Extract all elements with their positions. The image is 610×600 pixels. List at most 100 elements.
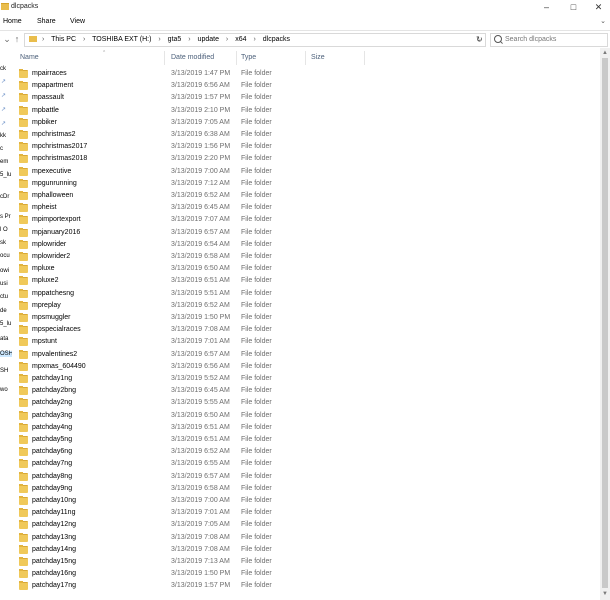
file-name[interactable]: patchday3ng xyxy=(32,412,72,419)
file-name[interactable]: mpvalentines2 xyxy=(32,351,77,358)
address-bar[interactable]: › This PC › TOSHIBA EXT (H:) › gta5 › up… xyxy=(24,33,486,47)
file-name[interactable]: patchday1ng xyxy=(32,375,72,382)
file-name[interactable]: mpluxe xyxy=(32,265,55,272)
column-header-date[interactable]: Date modified xyxy=(171,54,214,61)
file-name[interactable]: mpxmas_604490 xyxy=(32,363,86,370)
file-row[interactable]: mpchristmas2 3/13/2019 6:38 AM File folder xyxy=(12,129,600,141)
file-name[interactable]: mpjanuary2016 xyxy=(32,229,80,236)
file-row[interactable]: patchday16ng 3/13/2019 1:50 PM File folder xyxy=(12,568,600,580)
file-row[interactable]: mpbiker 3/13/2019 7:05 AM File folder xyxy=(12,117,600,129)
file-name[interactable]: mpchristmas2 xyxy=(32,131,76,138)
search-input[interactable]: Search dlcpacks xyxy=(490,33,608,47)
nav-item[interactable]: ctu xyxy=(0,294,8,300)
file-name[interactable]: mpexecutive xyxy=(32,168,71,175)
column-divider[interactable] xyxy=(236,51,237,65)
file-row[interactable]: mpjanuary2016 3/13/2019 6:57 AM File folde… xyxy=(12,227,600,239)
file-name[interactable]: mpbattle xyxy=(32,107,59,114)
nav-item[interactable]: em xyxy=(0,159,8,165)
file-name[interactable]: mpluxe2 xyxy=(32,277,58,284)
maximize-button[interactable]: □ xyxy=(561,0,586,14)
file-name[interactable]: mpstunt xyxy=(32,338,57,345)
file-row[interactable]: mppatchesng 3/13/2019 5:51 AM File folder xyxy=(12,288,600,300)
tab-view[interactable]: View xyxy=(70,18,85,25)
nav-item[interactable]: ocu xyxy=(0,253,10,259)
file-name[interactable]: patchday13ng xyxy=(32,534,76,541)
nav-item[interactable]: ata xyxy=(0,336,8,342)
file-name[interactable]: patchday15ng xyxy=(32,558,76,565)
minimize-button[interactable]: – xyxy=(534,0,559,14)
file-row[interactable]: patchday1ng 3/13/2019 5:52 AM File folder xyxy=(12,373,600,385)
file-name[interactable]: mphalloween xyxy=(32,192,73,199)
refresh-icon[interactable]: ↻ xyxy=(476,35,483,44)
nav-item[interactable]: s Pr xyxy=(0,214,11,220)
nav-item[interactable]: 5_lu xyxy=(0,321,11,327)
file-row[interactable]: patchday17ng 3/13/2019 1:57 PM File folder xyxy=(12,580,600,592)
file-row[interactable]: patchday6ng 3/13/2019 6:52 AM File folder xyxy=(12,446,600,458)
file-name[interactable]: patchday5ng xyxy=(32,436,72,443)
file-name[interactable]: mpairraces xyxy=(32,70,67,77)
file-row[interactable]: patchday2ng 3/13/2019 5:55 AM File folder xyxy=(12,397,600,409)
file-row[interactable]: mpreplay 3/13/2019 6:52 AM File folder xyxy=(12,300,600,312)
file-name[interactable]: mpreplay xyxy=(32,302,61,309)
nav-item[interactable]: SH xyxy=(0,368,8,374)
file-row[interactable]: patchday12ng 3/13/2019 7:05 AM File folder xyxy=(12,519,600,531)
file-name[interactable]: patchday4ng xyxy=(32,424,72,431)
file-name[interactable]: patchday17ng xyxy=(32,582,76,589)
breadcrumb-dlcpacks[interactable]: dlcpacks xyxy=(263,36,290,43)
file-row[interactable]: mpchristmas2018 3/13/2019 2:20 PM File fol… xyxy=(12,153,600,165)
file-name[interactable]: patchday16ng xyxy=(32,570,76,577)
scroll-up-icon[interactable]: ▲ xyxy=(602,50,608,56)
file-name[interactable]: mppatchesng xyxy=(32,290,74,297)
file-row[interactable]: mplowrider2 3/13/2019 6:58 AM File folder xyxy=(12,251,600,263)
nav-item[interactable]: ck xyxy=(0,66,6,72)
file-name[interactable]: mpimportexport xyxy=(32,216,81,223)
file-name[interactable]: patchday14ng xyxy=(32,546,76,553)
nav-item[interactable]: kk xyxy=(0,133,6,139)
file-row[interactable]: mpheist 3/13/2019 6:45 AM File folder xyxy=(12,202,600,214)
nav-item[interactable]: 5_lu xyxy=(0,172,11,178)
file-name[interactable]: mpspecialraces xyxy=(32,326,81,333)
nav-item[interactable]: usi xyxy=(0,281,8,287)
file-name[interactable]: mpbiker xyxy=(32,119,57,126)
file-name[interactable]: mpgunrunning xyxy=(32,180,77,187)
nav-item[interactable]: c xyxy=(0,146,3,152)
chevron-down-icon[interactable]: ⌄ xyxy=(2,34,12,44)
file-name[interactable]: patchday10ng xyxy=(32,497,76,504)
file-name[interactable]: mpsmuggler xyxy=(32,314,71,321)
file-row[interactable]: patchday7ng 3/13/2019 6:55 AM File folder xyxy=(12,458,600,470)
file-row[interactable]: patchday8ng 3/13/2019 6:57 AM File folder xyxy=(12,471,600,483)
vertical-scrollbar[interactable]: ▲ ▼ xyxy=(600,48,610,600)
breadcrumb-drive[interactable]: TOSHIBA EXT (H:) xyxy=(92,36,151,43)
file-row[interactable]: mpvalentines2 3/13/2019 6:57 AM File folde… xyxy=(12,349,600,361)
file-name[interactable]: mpchristmas2018 xyxy=(32,155,87,162)
file-row[interactable]: patchday3ng 3/13/2019 6:50 AM File folder xyxy=(12,410,600,422)
scroll-down-icon[interactable]: ▼ xyxy=(602,591,608,597)
column-divider[interactable] xyxy=(164,51,165,65)
file-row[interactable]: mpairraces 3/13/2019 1:47 PM File folder xyxy=(12,68,600,80)
file-row[interactable]: patchday9ng 3/13/2019 6:58 AM File folder xyxy=(12,483,600,495)
file-name[interactable]: mpchristmas2017 xyxy=(32,143,87,150)
nav-item[interactable]: sk xyxy=(0,240,6,246)
file-row[interactable]: patchday10ng 3/13/2019 7:00 AM File folder xyxy=(12,495,600,507)
nav-item[interactable]: cDr xyxy=(0,194,9,200)
file-name[interactable]: patchday7ng xyxy=(32,460,72,467)
file-row[interactable]: mpspecialraces 3/13/2019 7:08 AM File fold… xyxy=(12,324,600,336)
file-row[interactable]: mphalloween 3/13/2019 6:52 AM File folder xyxy=(12,190,600,202)
file-name[interactable]: patchday2bng xyxy=(32,387,76,394)
column-divider[interactable] xyxy=(305,51,306,65)
file-row[interactable]: mpbattle 3/13/2019 2:10 PM File folder xyxy=(12,105,600,117)
expand-ribbon-icon[interactable]: ⌄ xyxy=(600,17,606,25)
tab-share[interactable]: Share xyxy=(37,18,56,25)
file-row[interactable]: patchday4ng 3/13/2019 6:51 AM File folder xyxy=(12,422,600,434)
file-row[interactable]: patchday13ng 3/13/2019 7:08 AM File folder xyxy=(12,532,600,544)
breadcrumb-this-pc[interactable]: This PC xyxy=(51,36,76,43)
nav-item[interactable]: wo xyxy=(0,387,8,393)
file-row[interactable]: mpassault 3/13/2019 1:57 PM File folder xyxy=(12,92,600,104)
file-row[interactable]: mpchristmas2017 3/13/2019 1:56 PM File fol… xyxy=(12,141,600,153)
file-row[interactable]: mpxmas_604490 3/13/2019 6:56 AM File folde… xyxy=(12,361,600,373)
file-row[interactable]: mpexecutive 3/13/2019 7:00 AM File folder xyxy=(12,166,600,178)
column-header-type[interactable]: Type xyxy=(241,54,256,61)
file-name[interactable]: patchday8ng xyxy=(32,473,72,480)
file-row[interactable]: mpapartment 3/13/2019 6:56 AM File folder xyxy=(12,80,600,92)
file-name[interactable]: patchday12ng xyxy=(32,521,76,528)
